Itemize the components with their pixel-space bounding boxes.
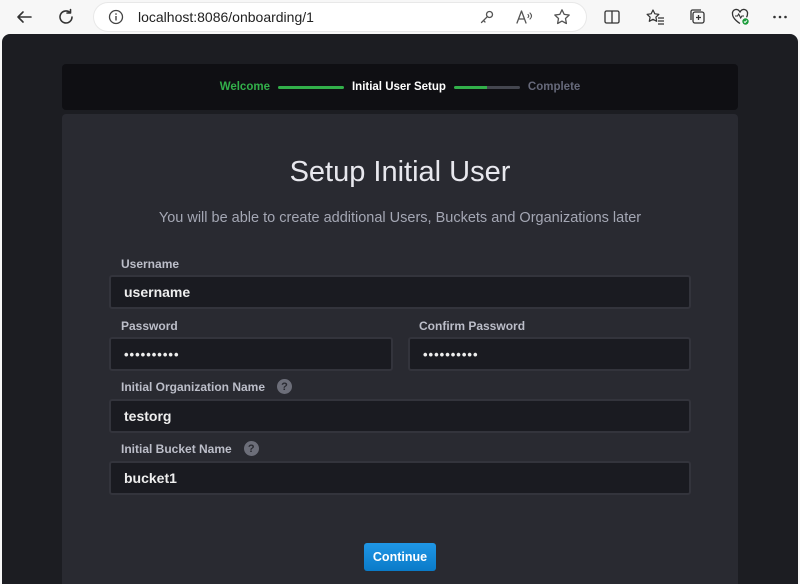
back-arrow-icon — [17, 11, 32, 23]
step-complete: Complete — [527, 81, 581, 93]
step-initial-user-setup: Initial User Setup — [351, 81, 446, 93]
favorite-star-icon[interactable] — [553, 8, 571, 26]
refresh-button[interactable] — [54, 5, 78, 29]
read-aloud-icon[interactable] — [515, 8, 533, 26]
username-label: Username — [121, 257, 180, 271]
address-bar[interactable]: localhost:8086/onboarding/1 — [94, 3, 586, 31]
password-label: Password — [121, 319, 178, 333]
org-name-label-row: Initial Organization Name ? — [121, 379, 293, 394]
step-welcome: Welcome — [219, 81, 270, 93]
org-name-label: Initial Organization Name — [121, 379, 266, 394]
more-options-icon[interactable] — [768, 5, 792, 29]
step-connector-in-progress — [453, 85, 520, 89]
page-title: Setup Initial User — [289, 156, 511, 188]
step-connector-complete — [277, 85, 344, 89]
onboarding-stepper: Welcome Initial User Setup Complete — [62, 64, 738, 110]
setup-form-panel: Setup Initial User You will be able to c… — [62, 114, 738, 584]
password-input[interactable]: •••••••••• — [109, 337, 393, 371]
browser-essentials-icon[interactable] — [728, 5, 752, 29]
continue-button[interactable]: Continue — [364, 543, 436, 571]
key-icon[interactable] — [478, 8, 496, 26]
org-help-icon[interactable]: ? — [277, 379, 293, 394]
confirm-password-label: Confirm Password — [419, 319, 526, 333]
url-text[interactable]: localhost:8086/onboarding/1 — [138, 9, 314, 25]
site-info-icon[interactable] — [108, 9, 124, 30]
bucket-name-label: Initial Bucket Name — [121, 441, 232, 456]
back-button[interactable] — [12, 5, 36, 29]
page-subtitle: You will be able to create additional Us… — [158, 210, 642, 226]
split-screen-icon[interactable] — [600, 5, 624, 29]
collections-icon[interactable] — [686, 5, 710, 29]
bucket-help-icon[interactable]: ? — [243, 441, 259, 456]
favorites-icon[interactable] — [643, 5, 667, 29]
browser-toolbar: localhost:8086/onboarding/1 — [0, 0, 800, 34]
confirm-password-input[interactable]: •••••••••• — [408, 337, 691, 371]
refresh-icon — [59, 8, 73, 24]
username-input[interactable]: username — [109, 275, 691, 309]
app-content: Welcome Initial User Setup Complete Setu… — [2, 34, 798, 584]
bucket-name-label-row: Initial Bucket Name ? — [121, 441, 259, 456]
bucket-name-input[interactable]: bucket1 — [109, 461, 691, 495]
org-name-input[interactable]: testorg — [109, 399, 691, 433]
